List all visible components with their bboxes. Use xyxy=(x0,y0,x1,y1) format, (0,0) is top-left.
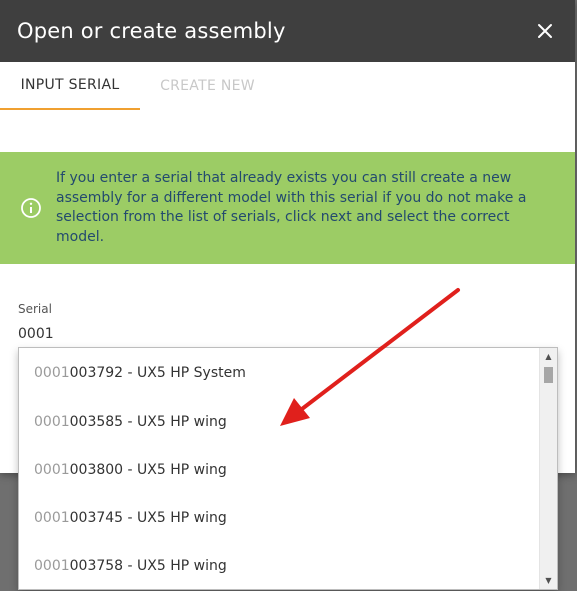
suggestion-match: 0001 xyxy=(34,414,70,430)
suggestion-item[interactable]: 0001 003585 - UX5 HP wing xyxy=(19,398,557,446)
scroll-thumb[interactable] xyxy=(544,367,553,383)
suggestion-item[interactable]: 0001 003745 - UX5 HP wing xyxy=(19,494,557,542)
suggestion-rest: 003792 - UX5 HP System xyxy=(69,365,246,381)
suggestion-rest: 003745 - UX5 HP wing xyxy=(69,510,227,526)
info-banner: If you enter a serial that already exist… xyxy=(0,152,575,264)
tab-bar: INPUT SERIAL CREATE NEW xyxy=(0,62,575,110)
close-icon xyxy=(538,24,552,38)
suggestion-match: 0001 xyxy=(34,365,70,381)
serial-suggestions-list: 0001 003792 - UX5 HP System 0001 003585 - … xyxy=(18,347,558,590)
suggestion-match: 0001 xyxy=(34,510,70,526)
dialog-title: Open or create assembly xyxy=(17,19,286,43)
info-icon xyxy=(21,198,41,218)
serial-label: Serial xyxy=(18,302,52,316)
serial-field: Serial xyxy=(18,302,558,349)
serial-input[interactable] xyxy=(18,322,558,349)
suggestion-match: 0001 xyxy=(34,462,70,478)
suggestion-item[interactable]: 0001 003758 - UX5 HP wing xyxy=(19,542,557,589)
suggestion-rest: 003800 - UX5 HP wing xyxy=(69,462,227,478)
scroll-down-icon[interactable]: ▼ xyxy=(540,572,557,589)
scroll-up-icon[interactable]: ▲ xyxy=(540,348,557,365)
tab-create-new[interactable]: CREATE NEW xyxy=(140,62,275,110)
suggestion-item[interactable]: 0001 003800 - UX5 HP wing xyxy=(19,446,557,494)
suggestion-item[interactable]: 0001 003792 - UX5 HP System xyxy=(19,348,557,398)
close-button[interactable] xyxy=(533,19,557,43)
suggestions-scrollbar[interactable]: ▲ ▼ xyxy=(539,348,557,589)
suggestion-rest: 003585 - UX5 HP wing xyxy=(69,414,227,430)
tab-input-serial[interactable]: INPUT SERIAL xyxy=(0,62,140,110)
dialog-titlebar: Open or create assembly xyxy=(0,0,575,62)
info-banner-text: If you enter a serial that already exist… xyxy=(56,170,527,245)
suggestion-rest: 003758 - UX5 HP wing xyxy=(69,558,227,574)
suggestion-match: 0001 xyxy=(34,558,70,574)
